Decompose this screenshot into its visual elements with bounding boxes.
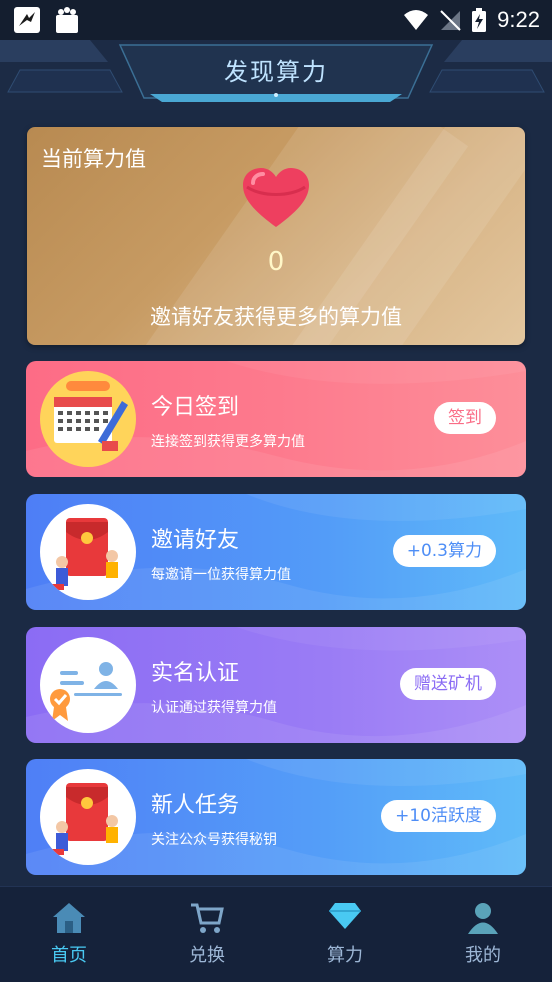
task-title: 实名认证: [151, 661, 240, 686]
nav-label: 首页: [51, 945, 87, 966]
red-envelope-icon: [40, 504, 136, 600]
calendar-icon: [40, 371, 136, 467]
nav-item-exchange[interactable]: 兑换: [138, 887, 276, 982]
checkin-button[interactable]: 签到: [434, 402, 496, 434]
heart-icon: [243, 168, 309, 227]
red-envelope-icon: [40, 769, 136, 865]
no-signal-icon: [440, 10, 461, 31]
nav-item-home[interactable]: 首页: [0, 887, 138, 982]
task-card-invite[interactable]: 邀请好友 每邀请一位获得算力值 +0.3算力: [26, 494, 526, 610]
newbie-reward-button[interactable]: +10活跃度: [381, 800, 496, 832]
diamond-icon: [329, 903, 361, 929]
battery-charging-icon: [472, 8, 487, 32]
invite-reward-button[interactable]: +0.3算力: [392, 535, 496, 567]
task-desc: 关注公众号获得秘钥: [151, 832, 277, 848]
bottom-navigation: 首页 兑换 算力 我的: [0, 886, 552, 982]
home-icon: [53, 903, 85, 933]
task-card-verification[interactable]: 实名认证 认证通过获得算力值 赠送矿机: [26, 627, 526, 743]
task-desc: 认证通过获得算力值: [151, 700, 277, 716]
task-title: 今日签到: [151, 395, 240, 420]
user-icon: [468, 903, 498, 934]
power-value: 0: [267, 247, 285, 277]
task-desc: 连接签到获得更多算力值: [151, 434, 305, 450]
power-value-card: 当前算力值 0 邀请好友获得更多的算力值: [27, 127, 525, 345]
nav-item-power[interactable]: 算力: [276, 887, 414, 982]
nav-label: 算力: [327, 945, 363, 966]
task-title: 新人任务: [151, 793, 240, 818]
id-card-icon: [40, 637, 136, 733]
app-notification-icon: [14, 7, 40, 33]
status-time: 9:22: [497, 7, 540, 32]
nav-item-mine[interactable]: 我的: [414, 887, 552, 982]
task-card-newbie[interactable]: 新人任务 关注公众号获得秘钥 +10活跃度: [26, 759, 526, 875]
status-bar: 9:22: [0, 0, 552, 40]
wifi-icon: [404, 10, 429, 30]
task-card-checkin[interactable]: 今日签到 连接签到获得更多算力值 签到: [26, 361, 526, 477]
cart-icon: [191, 903, 224, 933]
task-desc: 每邀请一位获得算力值: [151, 567, 291, 583]
nav-label: 我的: [465, 945, 501, 966]
power-hint-text: 邀请好友获得更多的算力值: [150, 305, 402, 329]
nav-label: 兑换: [189, 945, 225, 966]
verification-reward-button[interactable]: 赠送矿机: [400, 668, 496, 700]
task-title: 邀请好友: [151, 528, 240, 553]
page-title: 发现算力: [224, 58, 328, 86]
page-header: 发现算力: [0, 40, 552, 110]
shopping-bag-icon: [54, 6, 80, 34]
power-label: 当前算力值: [41, 147, 146, 171]
